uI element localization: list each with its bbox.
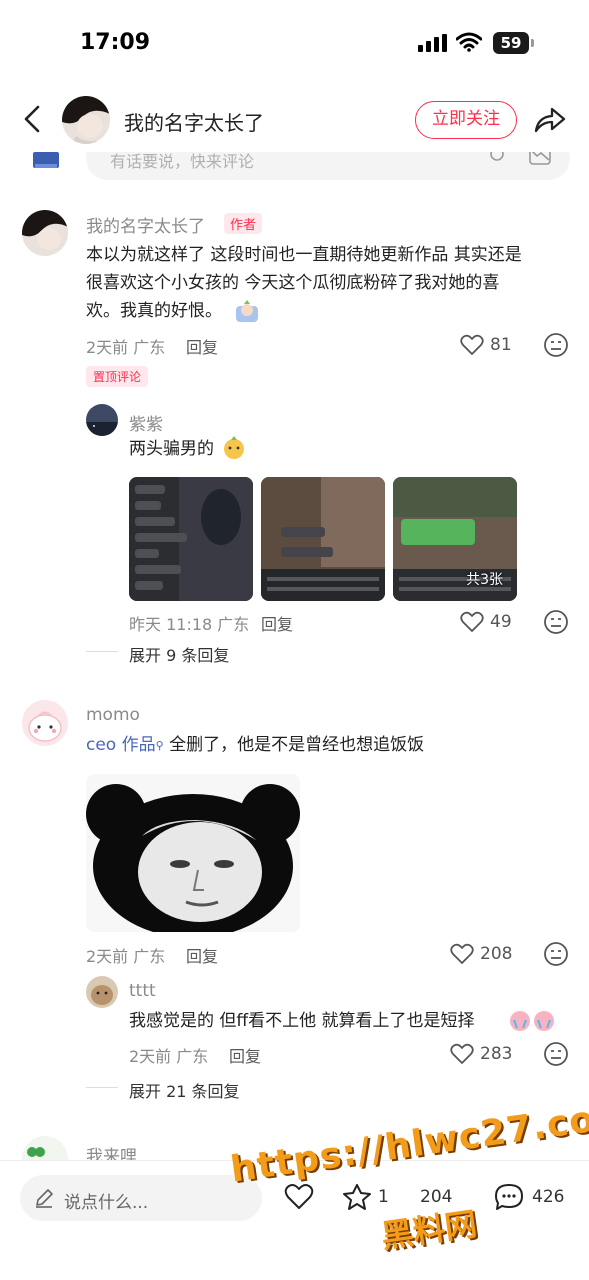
like-count: 283 [480,1044,513,1064]
reply-text: 两头骗男的 [129,439,214,459]
reply-button[interactable]: 回复 [186,943,218,967]
pen-icon [36,1189,53,1208]
comment-text-line-1: 本以为就这样了 这段时间也一直期待她更新作品 其实还是 [86,245,522,265]
post-header: 我的名字太长了 立即关注 [0,88,589,152]
search-icon: ⚲ [155,739,164,752]
reply-time: 昨天 11:18 广东 [129,615,250,634]
reply-image-2[interactable] [261,477,385,601]
like-button[interactable]: 49 [460,609,530,635]
wifi-icon [456,32,482,52]
share-icon[interactable] [533,104,567,134]
image-count-label: 共3张 [466,572,503,588]
comment-input-placeholder: 说点什么... [64,1193,149,1213]
reply-author-name[interactable]: tttt [129,981,156,1001]
comment-meme-image[interactable] [86,774,300,932]
top-comment-input[interactable]: 有话要说，快来评论 [0,152,589,186]
author-badge: 作者 [224,213,263,234]
follow-button[interactable]: 立即关注 [415,101,517,139]
mic-icon[interactable] [487,152,507,166]
sticker-emoji-icon [224,436,244,459]
dislike-icon[interactable] [543,609,569,635]
comment-avatar[interactable] [22,210,68,256]
heart-icon [450,1043,474,1064]
comment-time: 2天前 广东 [86,338,166,357]
like-count: 49 [490,612,512,632]
crying-emoji-icon [510,1011,554,1031]
author-avatar[interactable] [62,96,110,144]
star-count: 1 [378,1187,389,1207]
like-count: 81 [490,335,512,355]
comment-text-line-2: 很喜欢这个小女孩的 今天这个瓜彻底粉碎了我对她的喜 [86,273,500,293]
like-button[interactable]: 283 [450,1041,530,1067]
mention-link[interactable]: ceo 作品 [86,735,156,755]
reply-button[interactable]: 回复 [186,334,218,358]
dislike-icon[interactable] [543,332,569,358]
status-time: 17:09 [80,30,151,55]
like-count: 208 [480,944,513,964]
comment-count: 426 [532,1187,565,1207]
comment-icon[interactable] [494,1183,524,1211]
dislike-icon[interactable] [543,941,569,967]
signal-icon [418,34,447,52]
expand-divider [86,651,118,652]
top-input-placeholder: 有话要说，快来评论 [110,152,255,171]
reply-text: 我感觉是的 但ff看不上他 就算看上了也是短择 [129,1011,475,1031]
heart-icon [460,611,484,632]
comment-avatar[interactable] [22,700,68,746]
expand-replies-button[interactable]: 展开 9 条回复 [129,642,229,666]
reply-avatar[interactable] [86,404,118,436]
comment-time: 2天前 广东 [86,947,166,966]
battery-level: 59 [493,32,529,54]
comment-text: ceo 作品⚲ 全删了，他是不是曾经也想追饭饭 [86,735,425,755]
heart-icon [460,334,484,355]
comment-input[interactable]: 说点什么... [20,1175,262,1221]
author-name[interactable]: 我的名字太长了 [124,107,264,136]
star-icon[interactable] [342,1183,372,1211]
reply-author-name[interactable]: 紫紫 [129,410,163,435]
pinned-badge: 置顶评论 [86,366,149,387]
expand-divider [86,1087,118,1088]
like-button[interactable]: 81 [460,332,530,358]
like-button[interactable]: 208 [450,941,530,967]
like-icon[interactable] [284,1183,314,1211]
book-icon [33,152,59,168]
expand-replies-button[interactable]: 展开 21 条回复 [129,1078,240,1102]
reply-image-1[interactable] [129,477,253,601]
status-bar: 17:09 59 [0,0,589,80]
sticker-emoji-icon [236,300,258,322]
reply-avatar[interactable] [86,976,118,1008]
heart-icon [450,943,474,964]
battery-icon: 59 [493,32,535,54]
back-icon[interactable] [20,104,46,134]
reply-image-3[interactable]: 共3张 [393,477,517,601]
reply-button[interactable]: 回复 [261,611,293,635]
dislike-icon[interactable] [543,1041,569,1067]
reply-time: 2天前 广东 [129,1047,209,1066]
comment-author-name[interactable]: 我的名字太长了 [86,212,205,237]
comment-author-name[interactable]: momo [86,705,140,725]
reply-button[interactable]: 回复 [229,1043,261,1067]
comment-text-line-3: 欢。我真的好恨。 [86,301,222,321]
image-icon[interactable] [529,152,551,166]
comment-avatar[interactable] [22,1136,68,1160]
